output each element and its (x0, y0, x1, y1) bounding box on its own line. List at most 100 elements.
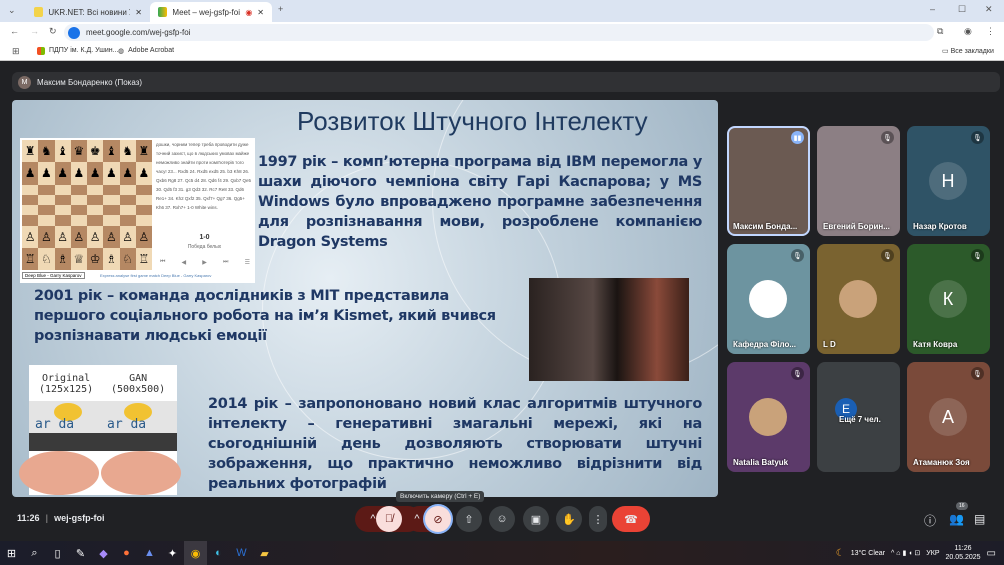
bookmarks-bar: ⊞ ПДПУ ім. К.Д. Ушин... ◍ Adobe Acrobat ▭… (0, 43, 1004, 61)
participant-tile[interactable]: Кафедра Філо... 🎙 (727, 244, 810, 354)
profile-icon[interactable]: ◉ (964, 26, 972, 37)
participant-tile[interactable]: Н Назар Кротов 🎙 (907, 126, 990, 236)
chess-square: ♞ (38, 140, 55, 163)
notifications-icon[interactable]: ▭ (987, 548, 996, 559)
first-move-icon: ⏮ (160, 259, 166, 265)
app-icon[interactable]: ✎ (69, 541, 92, 565)
tray-icons[interactable]: ^ ⌂ ▮ ◖ ⊡ (891, 549, 920, 557)
chess-square (70, 205, 87, 216)
browser-tab-bar: ⌄ UKR.NET: Всі новини України, ... ✕ Meet… (0, 0, 1004, 22)
chess-square: ♚ (87, 140, 104, 163)
participant-tile[interactable]: Максим Бонда... ▮▮ (727, 126, 810, 236)
next-move-icon: ▶ (202, 260, 207, 266)
more-icon: ⋮ (592, 513, 604, 526)
reload-icon[interactable]: ↻ (49, 26, 57, 37)
tab-meet[interactable]: Meet – wej-gsfp-foi ◉ ✕ (150, 2, 272, 22)
participant-avatar (749, 398, 787, 436)
camera-off-icon: ⊘ (433, 513, 443, 526)
tab-search-chevron-icon[interactable]: ⌄ (8, 5, 16, 16)
raise-hand-button[interactable]: ✋ (556, 506, 582, 532)
firefox-icon[interactable]: ● (115, 541, 138, 565)
close-window-icon[interactable]: ✕ (985, 4, 993, 15)
chess-result: 1-0 (199, 234, 210, 241)
search-icon[interactable]: ⌕ (23, 541, 46, 565)
chess-square (135, 184, 152, 195)
chess-square (38, 215, 55, 226)
chess-square: ♝ (54, 140, 71, 163)
chess-square: ♝ (103, 140, 120, 163)
captions-icon: ▣ (530, 513, 542, 526)
bookmark-adobe[interactable]: ◍ Adobe Acrobat (118, 47, 174, 55)
chat-icon[interactable]: ▤ (974, 512, 985, 526)
chess-square (103, 215, 120, 226)
weather-moon-icon: ☾ (835, 547, 845, 559)
edge-icon[interactable]: ◐ (207, 541, 230, 565)
close-tab-icon[interactable]: ✕ (135, 8, 142, 17)
weather-text[interactable]: 13°C Clear (851, 550, 885, 557)
clock-time: 11:26 (954, 545, 972, 552)
participant-avatar: Н (929, 162, 967, 200)
captions-button[interactable]: ▣ (523, 506, 549, 532)
chrome-icon[interactable]: ◉ (184, 541, 207, 565)
extensions-icon[interactable]: ⧉ (937, 26, 943, 37)
mic-muted-icon: 🎙 (971, 367, 984, 380)
participant-tile[interactable]: L D 🎙 (817, 244, 900, 354)
gan-sample-strip: ar da ar da (29, 401, 177, 433)
meeting-details-icon[interactable]: ⓘ (924, 512, 936, 529)
participant-tile[interactable]: А Атаманюк Зоя 🎙 (907, 362, 990, 472)
apps-grid-icon[interactable]: ⊞ (12, 46, 20, 57)
chess-square (135, 215, 152, 226)
chess-square: ♙ (38, 225, 55, 248)
clock[interactable]: 11:26 20.05.2025 (946, 544, 981, 562)
chess-square (22, 205, 39, 216)
chess-square: ♜ (22, 140, 39, 163)
forward-icon[interactable]: → (30, 26, 39, 36)
participant-tile[interactable]: E Ещё 7 чел. (817, 362, 900, 472)
file-explorer-icon[interactable]: ▰ (253, 541, 276, 565)
presenter-bar: М Максим Бондаренко (Показ) (12, 72, 1000, 92)
chess-square (103, 205, 120, 216)
present-button[interactable]: ⇧ (456, 506, 482, 532)
tab-ukrnet[interactable]: UKR.NET: Всі новини України, ... ✕ (26, 2, 150, 22)
task-view-icon[interactable]: ▯ (46, 541, 69, 565)
maximize-icon[interactable]: ☐ (958, 4, 966, 15)
language-indicator[interactable]: УКР (926, 550, 939, 557)
chess-square (22, 194, 39, 205)
leave-call-button[interactable]: ☎ (612, 506, 650, 532)
chess-square: ♟ (70, 162, 87, 185)
participant-tile[interactable]: Natalia Batyuk 🎙 (727, 362, 810, 472)
copilot-icon[interactable]: ◆ (92, 541, 115, 565)
mic-muted-icon: 🎙 (791, 367, 804, 380)
minimize-icon[interactable]: – (930, 4, 935, 14)
reactions-button[interactable]: ☺ (489, 506, 515, 532)
new-tab-button[interactable]: + (278, 4, 283, 14)
chess-square: ♟ (87, 162, 104, 185)
participant-avatar (839, 280, 877, 318)
close-tab-icon[interactable]: ✕ (257, 8, 264, 17)
people-icon[interactable]: 👥 (949, 512, 964, 526)
participant-tile[interactable]: Евгений Борин... 🎙 (817, 126, 900, 236)
app-icon[interactable]: ✦ (161, 541, 184, 565)
presenter-name: Максим Бондаренко (Показ) (37, 77, 143, 87)
chess-square: ♙ (70, 225, 87, 248)
presentation-slide: Розвиток Штучного Інтелекту ♜ ♞ ♝ ♛ ♚ ♝ ♞ ♜ ♟ ♟ ♟ ♟… (12, 100, 718, 497)
menu-icon[interactable]: ⋮ (986, 26, 995, 37)
start-windows-icon[interactable]: ⊞ (0, 541, 23, 565)
gan-dark-band (29, 433, 177, 451)
chess-square: ♛ (70, 140, 87, 163)
bookmark-pdpu[interactable]: ПДПУ ім. К.Д. Ушин... (37, 47, 118, 55)
gan-gan-label: GAN (500x500) (111, 373, 165, 395)
app-icon[interactable]: ▲ (138, 541, 161, 565)
back-icon[interactable]: ← (10, 26, 19, 36)
url-field[interactable]: meet.google.com/wej-gsfp-foi (64, 24, 934, 41)
participant-name: Атаманюк Зоя (913, 458, 970, 467)
word-icon[interactable]: W (230, 541, 253, 565)
all-bookmarks[interactable]: ▭ Все закладки (942, 47, 994, 55)
meet-favicon-icon (158, 7, 168, 17)
participant-tile[interactable]: К Катя Ковра 🎙 (907, 244, 990, 354)
camera-toggle-button[interactable]: ⊘ (425, 506, 451, 532)
more-options-button[interactable]: ⋮ (589, 506, 607, 532)
microphone-toggle-button[interactable]: 🎙̸ (376, 506, 402, 532)
chess-square (135, 194, 152, 205)
chess-square (70, 194, 87, 205)
